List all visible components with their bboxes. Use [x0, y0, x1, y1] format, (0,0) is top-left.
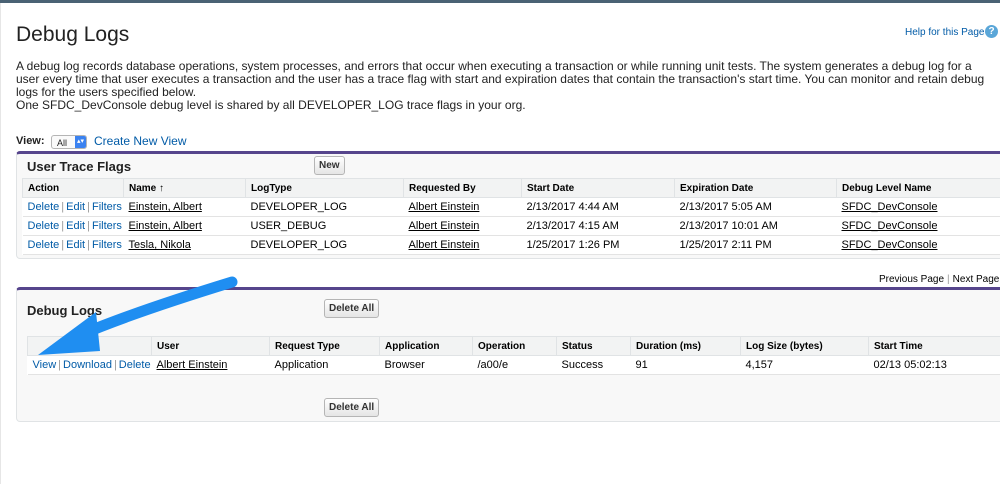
annotation-arrow-icon	[38, 276, 238, 355]
